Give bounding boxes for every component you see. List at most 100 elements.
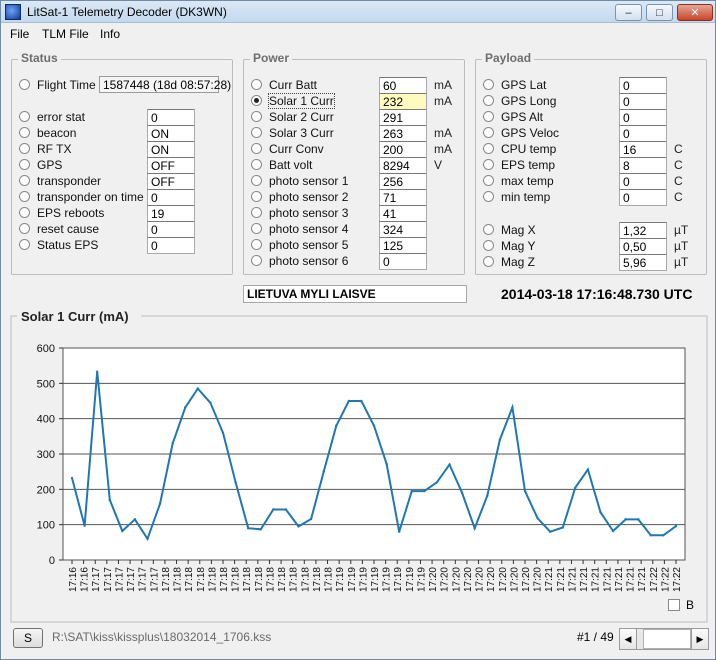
data-point [209,401,212,404]
data-point [385,462,388,466]
data-point [272,508,275,511]
data-point [322,470,325,473]
x-tick-label: 17:18 [161,567,172,592]
data-point [423,489,426,493]
x-tick-label: 17:21 [567,567,578,592]
page-indicator: #1 / 49 [577,630,614,644]
x-tick-label: 17:21 [544,567,555,592]
x-tick-label: 17:18 [207,567,218,592]
x-tick-label: 17:20 [486,567,497,592]
data-point [284,508,288,511]
data-point [637,518,640,521]
data-point [624,518,627,521]
x-tick-label: 17:18 [173,567,184,592]
data-point [511,406,514,409]
x-tick-label: 17:21 [602,567,613,592]
x-tick-label: 17:16 [80,567,91,592]
file-path: R:\SAT\kiss\kissplus\18032014_1706.kss [52,630,272,644]
data-point [410,489,413,493]
data-point [536,517,539,520]
y-tick-label: 500 [37,378,55,390]
data-point [95,370,99,373]
data-point [574,486,577,489]
data-point [674,524,678,528]
data-point [196,387,200,390]
data-point [586,468,590,471]
data-point [108,498,111,502]
x-tick-label: 17:21 [556,567,567,592]
data-point [523,489,527,493]
data-point [649,534,653,537]
data-point [611,529,615,533]
x-tick-label: 17:22 [672,567,683,592]
x-tick-label: 17:18 [324,567,335,592]
b-checkbox-label: B [686,598,695,612]
data-point [372,424,376,427]
chart-area: Solar 1 Curr (mA) 0 100 200 300 400 500 600 17:… [10,308,708,623]
x-tick-label: 17:20 [521,567,532,592]
x-tick-label: 17:18 [289,567,300,592]
prev-record-arrow[interactable]: ◀ [619,628,637,650]
data-point [146,537,149,540]
chart-title: Solar 1 Curr (mA) [21,309,129,324]
b-checkbox[interactable] [668,599,680,611]
data-point [184,406,187,409]
data-point [561,526,564,529]
data-point [246,527,250,530]
x-tick-label: 17:20 [509,567,520,592]
data-point [599,511,602,514]
data-point [662,534,665,537]
data-point [347,399,351,403]
y-tick-label: 0 [49,555,55,567]
x-tick-label: 17:18 [300,567,311,592]
x-tick-label: 17:21 [637,567,648,592]
y-tick-label: 200 [37,484,55,496]
x-tick-label: 17:18 [184,567,195,592]
x-tick-label: 17:22 [649,567,660,592]
x-tick-label: 17:22 [660,567,671,592]
x-tick-label: 17:19 [393,567,404,592]
x-tick-label: 17:16 [68,567,79,592]
record-scroll-thumb[interactable] [643,629,691,649]
data-point [70,476,74,480]
data-point [309,517,313,521]
x-tick-label: 17:19 [416,567,427,592]
x-tick-label: 17:19 [370,567,381,592]
data-point [498,438,502,442]
x-tick-label: 17:18 [312,567,323,592]
x-tick-label: 17:21 [579,567,590,592]
data-point [435,481,439,484]
data-point [335,424,338,427]
x-tick-label: 17:18 [219,567,230,592]
app-window: LitSat-1 Telemetry Decoder (DK3WN) – □ ✕… [0,0,716,660]
x-tick-label: 17:20 [440,567,451,592]
y-tick-label: 600 [37,343,55,355]
y-tick-label: 400 [37,414,55,426]
x-tick-label: 17:20 [428,567,439,592]
x-tick-label: 17:20 [475,567,486,592]
data-point [460,491,464,495]
x-tick-label: 17:17 [114,567,125,592]
x-tick-label: 17:17 [126,567,137,592]
x-tick-label: 17:19 [382,567,393,592]
data-point [360,399,363,403]
next-record-arrow[interactable]: ▶ [691,628,709,650]
x-tick-label: 17:19 [347,567,358,592]
s-button[interactable]: S [13,628,43,648]
x-tick-label: 17:17 [138,567,149,592]
x-tick-label: 17:20 [451,567,462,592]
x-tick-label: 17:17 [103,567,114,592]
data-point [259,528,262,531]
data-point [397,530,401,533]
y-tick-label: 300 [37,449,55,461]
data-point [121,529,124,533]
data-point [473,527,476,530]
data-point [486,494,489,497]
x-tick-label: 17:18 [254,567,265,592]
data-point [158,502,162,505]
x-tick-label: 17:19 [358,567,369,592]
x-tick-label: 17:17 [91,567,102,592]
data-point [548,530,552,533]
data-point [234,481,237,484]
y-tick-label: 100 [37,520,55,532]
